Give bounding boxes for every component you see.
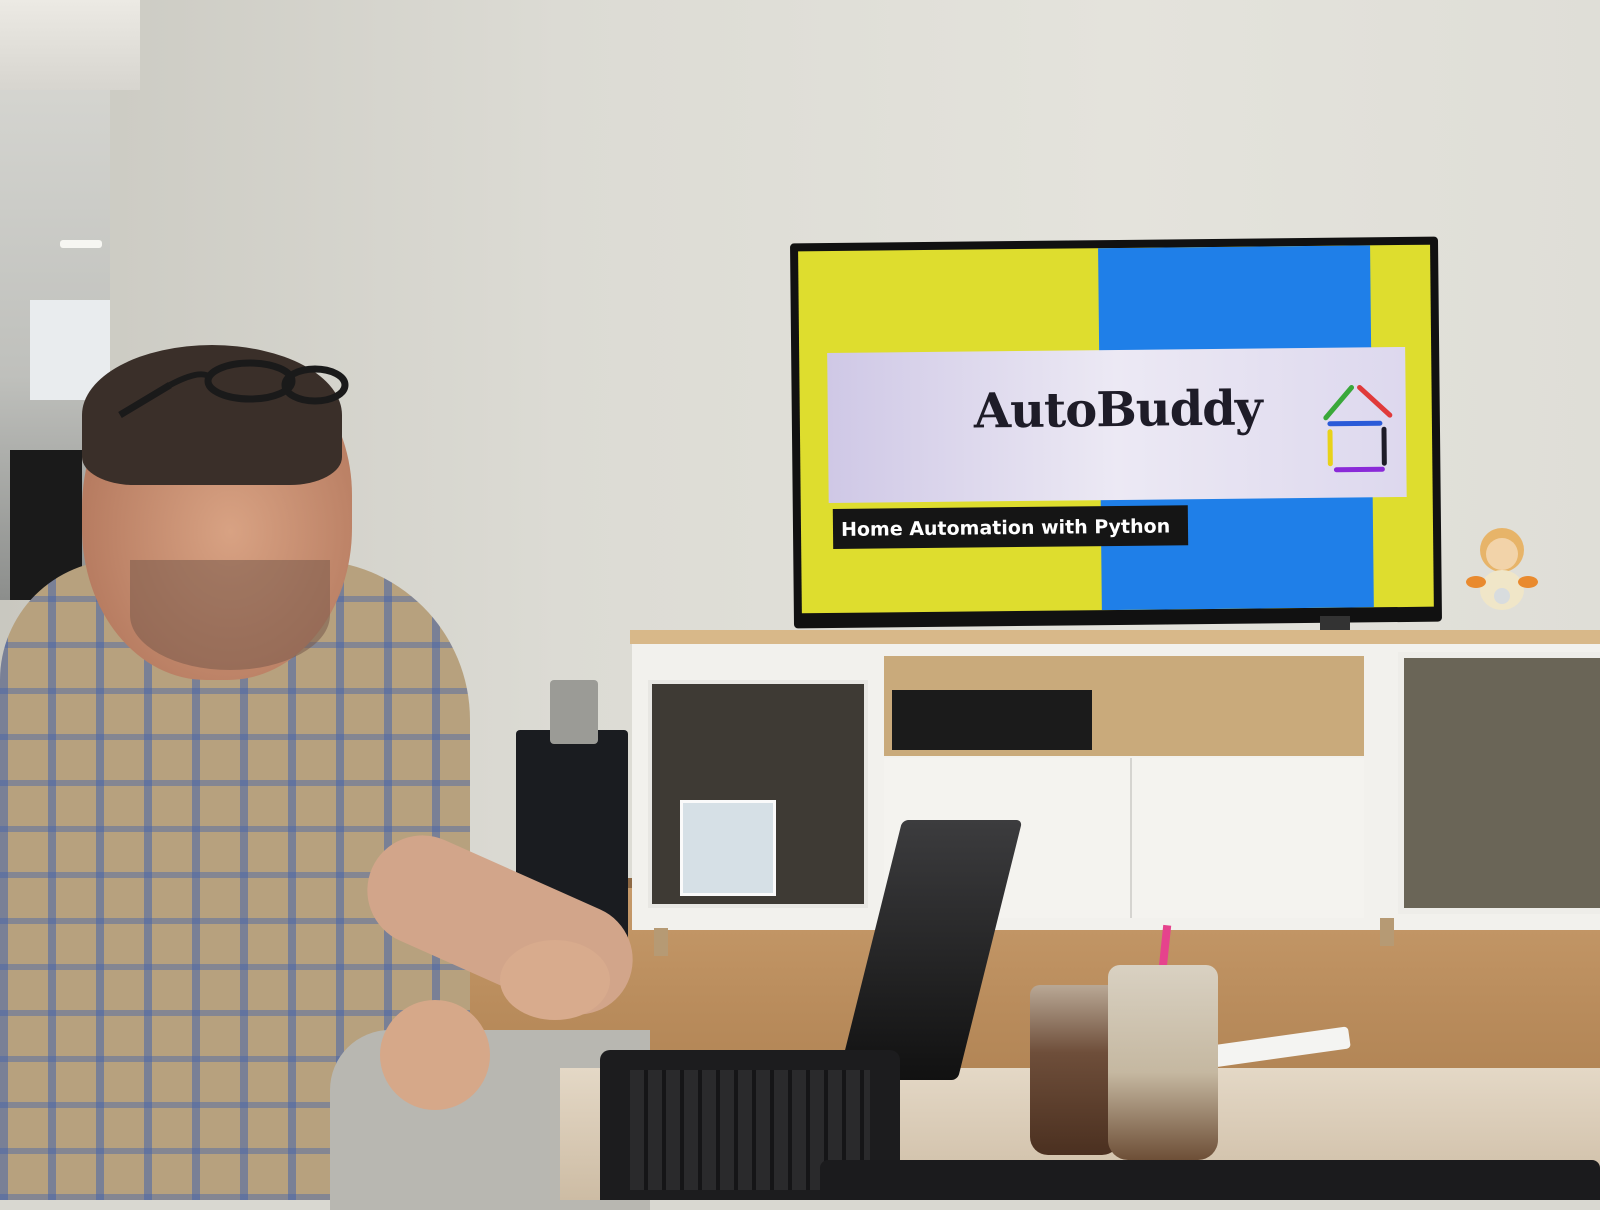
smart-speaker — [550, 680, 598, 744]
glasses-icon — [110, 355, 350, 425]
iced-drink-cup — [1030, 985, 1120, 1155]
slide-title: AutoBuddy — [957, 380, 1278, 439]
av-receiver — [892, 690, 1092, 750]
left-hand — [380, 1000, 490, 1110]
ceiling-edge — [0, 0, 140, 90]
slide-title-banner: AutoBuddy — [827, 347, 1407, 503]
second-laptop-edge — [820, 1160, 1600, 1200]
framed-picture — [680, 800, 776, 896]
iced-drink-cup — [1108, 965, 1218, 1160]
house-icon — [1317, 377, 1398, 474]
cabinet-leg — [654, 928, 668, 956]
television: AutoBuddy Home Automation with Python — [790, 237, 1442, 629]
cabinet-leg — [1380, 918, 1394, 946]
tv-stand-foot — [1320, 616, 1350, 630]
right-hand — [500, 940, 610, 1020]
beard — [130, 560, 330, 670]
glass-display-cabinet — [1398, 652, 1600, 914]
cabinet-top — [630, 630, 1600, 644]
tv-screen: AutoBuddy Home Automation with Python — [798, 245, 1434, 614]
drawer-divider — [1130, 758, 1132, 918]
slide-subtitle: Home Automation with Python — [833, 505, 1189, 549]
plush-toy — [1462, 520, 1542, 620]
ceiling-light — [60, 240, 102, 248]
